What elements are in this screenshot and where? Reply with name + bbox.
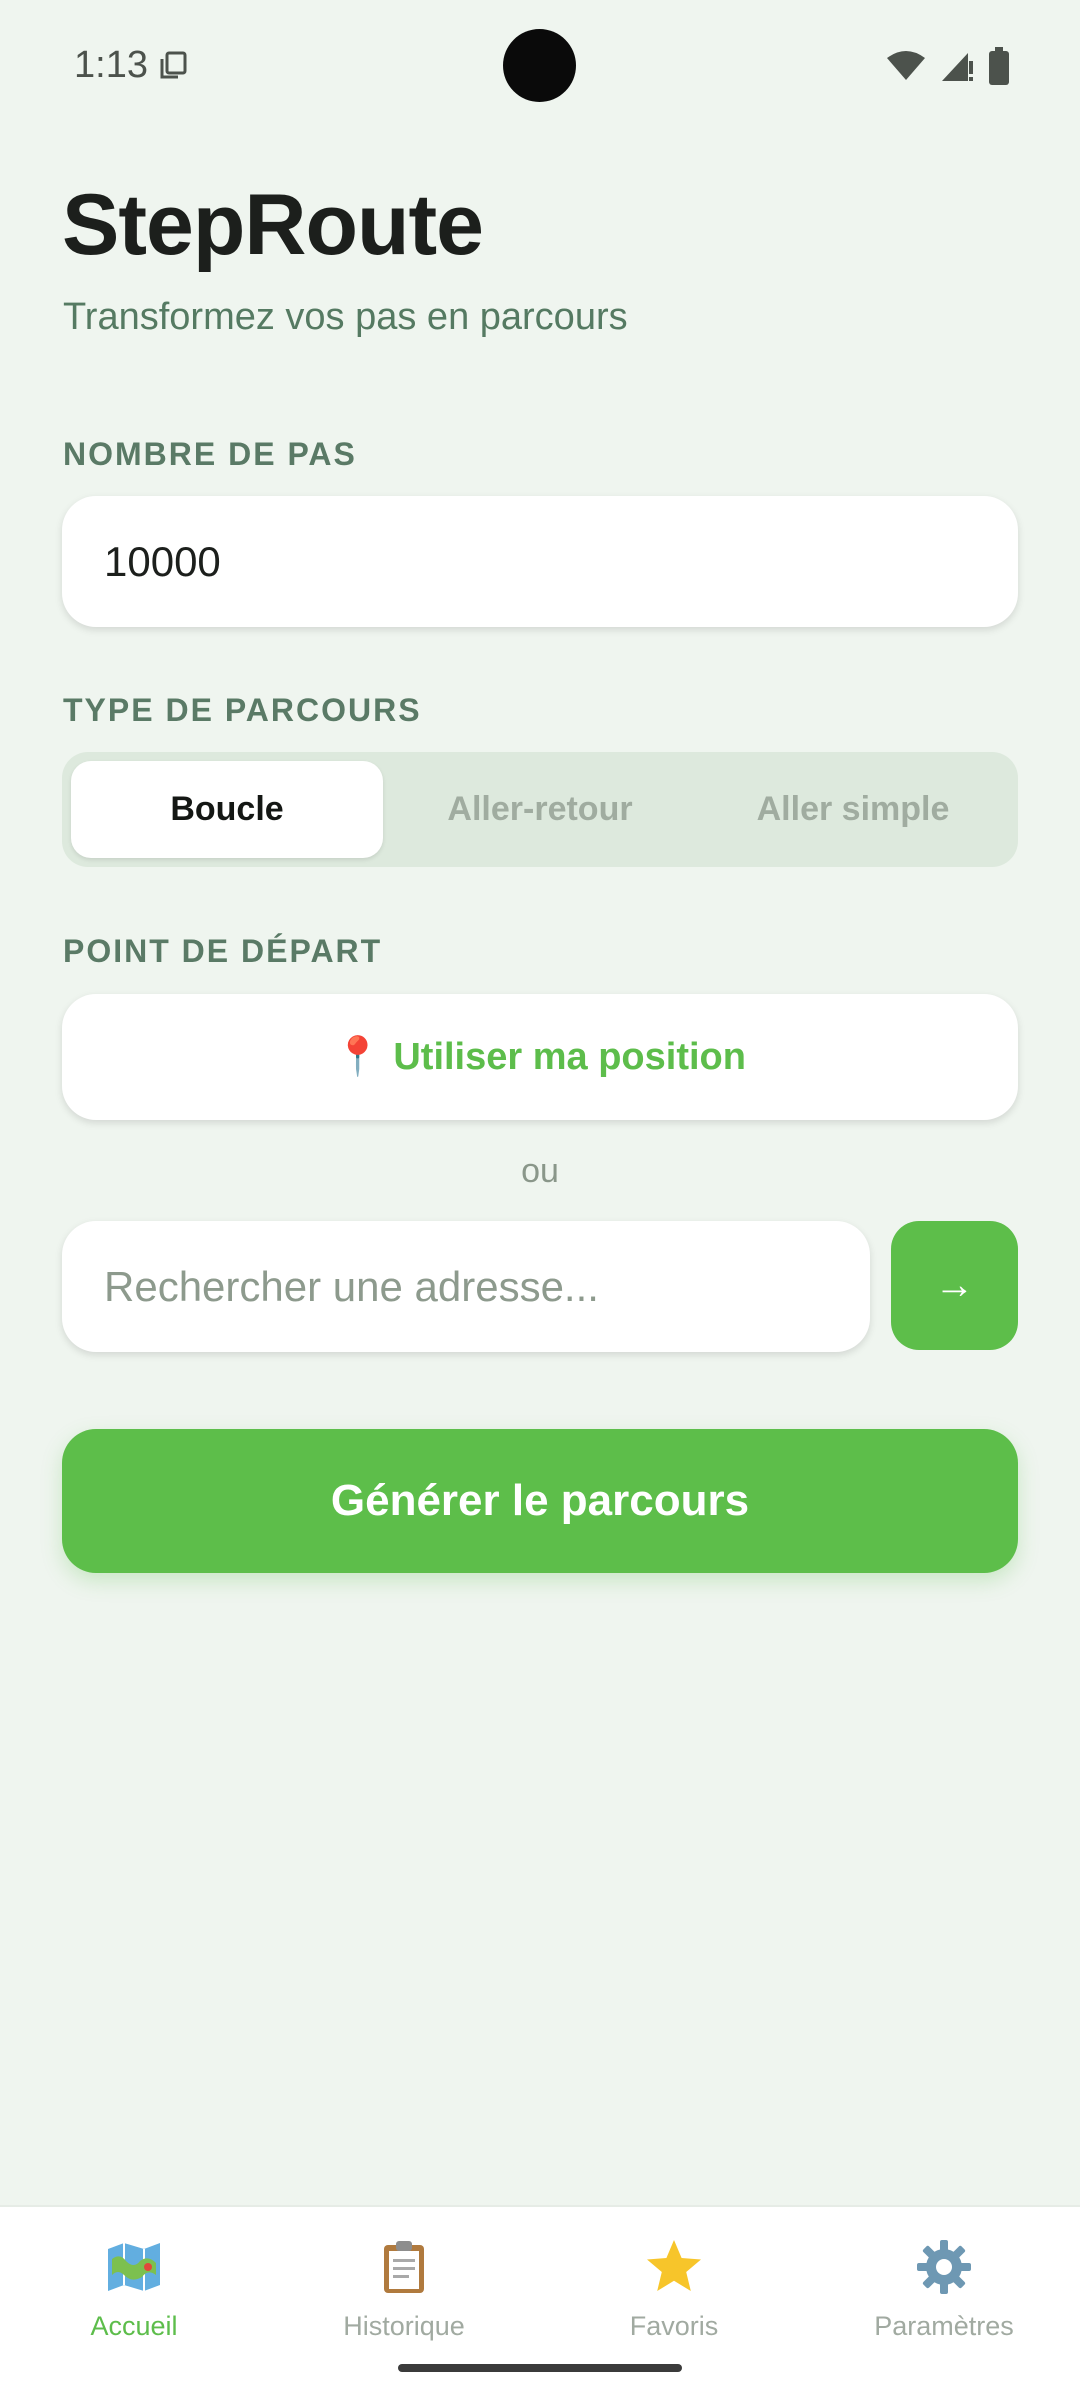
- star-icon: [647, 2240, 701, 2291]
- steps-input[interactable]: 10000: [62, 496, 1018, 627]
- clipboard-icon: [384, 2241, 424, 2293]
- wifi-icon: [887, 51, 925, 80]
- status-time: 1:13: [74, 44, 148, 86]
- app-title: StepRoute: [62, 177, 484, 273]
- screen: 1:13 StepRoute Transformez vos pas en pa…: [0, 0, 1080, 2400]
- home-indicator[interactable]: [398, 2364, 682, 2372]
- pin-icon: 📍: [334, 1036, 382, 1078]
- gear-icon: [917, 2240, 971, 2294]
- nav-favorites-label: Favoris: [629, 2311, 719, 2341]
- map-icon: [108, 2243, 160, 2291]
- nav-history-label: Historique: [343, 2311, 465, 2341]
- address-search-field: [62, 1221, 870, 1352]
- battery-icon: [989, 47, 1009, 85]
- camera-cutout: [503, 29, 576, 102]
- route-type-loop[interactable]: Boucle: [71, 761, 383, 858]
- route-type-one-way[interactable]: Aller simple: [697, 761, 1009, 858]
- nav-settings[interactable]: Paramètres: [834, 2237, 1054, 2342]
- use-position-label: Utiliser ma position: [393, 1035, 746, 1078]
- address-search-input[interactable]: [62, 1221, 870, 1352]
- route-type-label: TYPE DE PARCOURS: [63, 692, 422, 728]
- arrow-right-icon: →: [934, 1263, 975, 1307]
- generate-route-button[interactable]: Générer le parcours: [62, 1429, 1018, 1573]
- app-subtitle: Transformez vos pas en parcours: [63, 296, 628, 338]
- nav-home[interactable]: Accueil: [24, 2237, 244, 2342]
- generate-route-label: Générer le parcours: [330, 1476, 750, 1525]
- or-separator: ou: [521, 1152, 559, 1190]
- nav-history[interactable]: Historique: [294, 2237, 514, 2342]
- status-bar: 1:13: [0, 0, 1080, 130]
- steps-value: 10000: [104, 538, 221, 585]
- screenshot-icon: [160, 51, 187, 79]
- route-type-round-trip[interactable]: Aller-retour: [384, 761, 696, 858]
- signal-icon: [942, 53, 973, 81]
- use-position-button[interactable]: 📍 Utiliser ma position: [62, 994, 1018, 1120]
- start-point-label: POINT DE DÉPART: [63, 933, 383, 969]
- route-type-selector: Boucle Aller-retour Aller simple: [62, 752, 1018, 867]
- nav-settings-label: Paramètres: [874, 2311, 1014, 2341]
- steps-label: NOMBRE DE PAS: [63, 436, 357, 472]
- nav-home-label: Accueil: [90, 2311, 178, 2341]
- status-icons: [886, 46, 1010, 86]
- nav-favorites[interactable]: Favoris: [564, 2237, 784, 2342]
- search-address-button[interactable]: →: [891, 1221, 1018, 1350]
